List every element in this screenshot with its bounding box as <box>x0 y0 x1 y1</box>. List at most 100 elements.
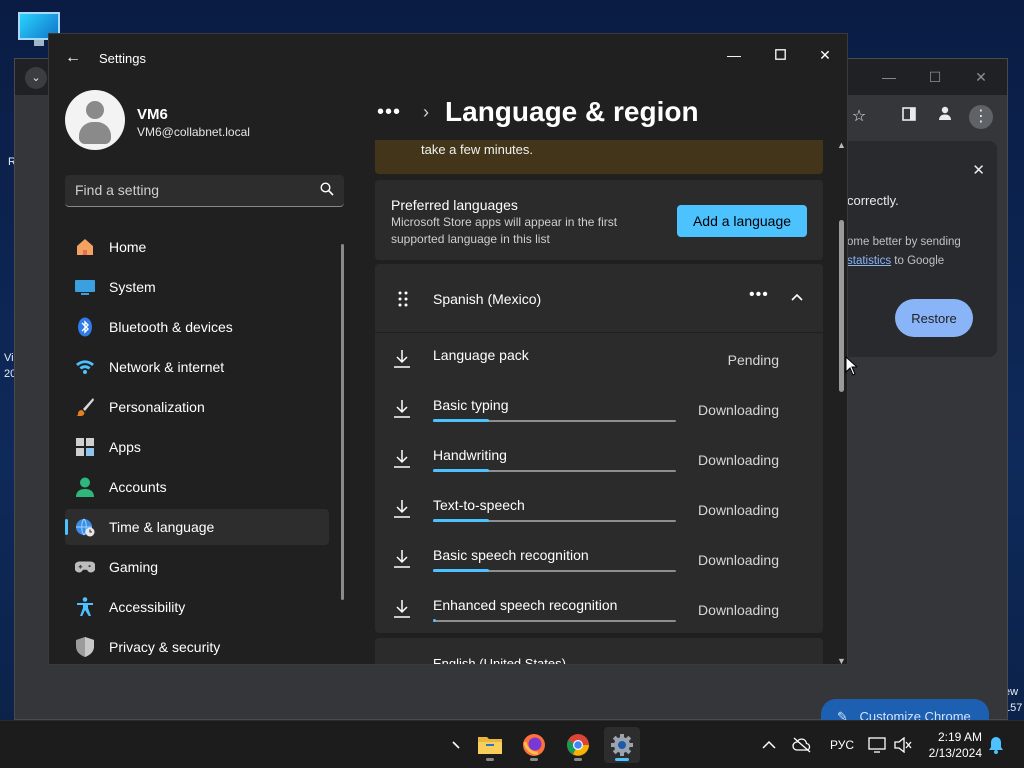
sidebar-item-home[interactable]: Home <box>65 229 329 265</box>
side-panel-icon[interactable] <box>897 105 921 129</box>
breadcrumb-overflow-button[interactable]: ••• <box>377 101 401 124</box>
language-name: Spanish (Mexico) <box>433 291 542 307</box>
info-banner: take a few minutes. <box>375 140 823 174</box>
gear-icon <box>611 734 633 756</box>
sidebar-item-gaming[interactable]: Gaming <box>65 549 329 585</box>
chrome-icon <box>567 734 589 756</box>
feature-name: Enhanced speech recognition <box>433 597 618 613</box>
language-feature-row: Text-to-speech Downloading <box>375 483 823 533</box>
sidebar-item-privacy[interactable]: Privacy & security <box>65 629 329 664</box>
page-title: Language & region <box>445 96 699 127</box>
firefox-icon <box>523 734 545 756</box>
feature-status: Downloading <box>698 402 779 418</box>
close-button[interactable]: ✕ <box>810 40 840 70</box>
chevron-right-icon: › <box>423 101 430 122</box>
display-status-button[interactable] <box>868 721 886 768</box>
bluetooth-icon <box>75 317 95 337</box>
content-scrollbar[interactable]: ▲ ▼ <box>837 140 847 664</box>
taskbar: РУС 2:19 AM 2/13/2024 <box>0 720 1024 768</box>
preferred-languages-subtitle: Microsoft Store apps will appear in the … <box>391 215 618 246</box>
language-options-button[interactable]: ••• <box>749 286 769 304</box>
widgets-button[interactable] <box>438 727 474 763</box>
file-explorer-button[interactable] <box>472 727 508 763</box>
chrome-maximize-button[interactable]: ☐ <box>925 67 945 87</box>
maximize-button[interactable] <box>765 40 795 70</box>
language-feature-row: Enhanced speech recognition Downloading <box>375 583 823 633</box>
language-item-header[interactable]: Spanish (Mexico) ••• <box>375 264 823 332</box>
usage-statistics-link[interactable]: statistics <box>847 255 891 267</box>
language-feature-row: Basic speech recognition Downloading <box>375 533 823 583</box>
feature-status: Pending <box>727 352 779 368</box>
chrome-menu-icon[interactable]: ⋮ <box>969 105 993 129</box>
chrome-button[interactable] <box>560 727 596 763</box>
sidebar-item-time-language[interactable]: Time & language <box>65 509 329 545</box>
minimize-button[interactable]: — <box>719 40 749 70</box>
feature-status: Downloading <box>698 552 779 568</box>
feature-status: Downloading <box>698 502 779 518</box>
sidebar-item-network[interactable]: Network & internet <box>65 349 329 385</box>
sidebar-item-accounts[interactable]: Accounts <box>65 469 329 505</box>
chevron-up-icon[interactable] <box>791 288 803 304</box>
progress-fill <box>433 469 489 472</box>
settings-taskbar-button[interactable] <box>604 727 640 763</box>
gamepad-icon <box>75 557 95 577</box>
sidebar-item-label: Bluetooth & devices <box>109 319 233 335</box>
language-features-list: Language pack Pending Basic typing Download… <box>375 333 823 633</box>
progress-fill <box>433 419 489 422</box>
show-hidden-icons-button[interactable] <box>762 721 776 768</box>
profile-icon[interactable] <box>933 105 957 129</box>
chrome-close-button[interactable]: ✕ <box>971 67 991 87</box>
firefox-button[interactable] <box>516 727 552 763</box>
input-language-indicator[interactable]: РУС <box>830 721 854 768</box>
bookmark-star-icon[interactable]: ☆ <box>847 105 871 129</box>
add-language-button[interactable]: Add a language <box>677 205 807 237</box>
shield-icon <box>75 637 95 657</box>
search-input[interactable] <box>65 175 305 205</box>
back-arrow-icon[interactable]: ← <box>63 48 83 68</box>
feature-name: Text-to-speech <box>433 497 525 513</box>
progress-fill <box>433 519 489 522</box>
progress-bar <box>433 419 676 422</box>
sidebar-item-system[interactable]: System <box>65 269 329 305</box>
cloud-offline-icon <box>792 737 811 753</box>
progress-fill <box>433 569 489 572</box>
scroll-down-icon[interactable]: ▼ <box>837 656 846 664</box>
volume-button[interactable] <box>894 721 912 768</box>
tab-search-button[interactable]: ⌄ <box>25 67 47 89</box>
profile-name: VM6 <box>137 106 168 123</box>
chrome-minimize-button[interactable]: — <box>879 67 899 87</box>
sidebar-item-bluetooth[interactable]: Bluetooth & devices <box>65 309 329 345</box>
progress-bar <box>433 469 676 472</box>
drag-handle-icon[interactable] <box>397 291 409 307</box>
progress-bar <box>433 569 676 572</box>
scroll-up-icon[interactable]: ▲ <box>837 140 846 150</box>
sidebar-item-apps[interactable]: Apps <box>65 429 329 465</box>
taskbar-clock[interactable]: 2:19 AM 2/13/2024 <box>926 729 982 761</box>
sidebar-item-label: Apps <box>109 439 141 455</box>
globe-clock-icon <box>75 517 95 537</box>
language-item-header[interactable]: English (United States) <box>375 638 823 664</box>
close-icon[interactable]: ✕ <box>972 161 985 179</box>
search-icon[interactable] <box>320 182 334 196</box>
search-box <box>65 175 344 207</box>
feature-status: Downloading <box>698 452 779 468</box>
settings-nav: Home System Bluetooth & devices Network … <box>65 229 329 664</box>
language-feature-row: Basic typing Downloading <box>375 383 823 433</box>
sidebar-item-accessibility[interactable]: Accessibility <box>65 589 329 625</box>
restore-button[interactable]: Restore <box>895 299 973 337</box>
breadcrumb: ••• › Language & region <box>377 92 699 132</box>
chevron-up-icon <box>762 740 776 749</box>
progress-fill <box>433 619 436 622</box>
network-status-button[interactable] <box>792 721 812 768</box>
language-feature-row: Language pack Pending <box>375 333 823 383</box>
feature-name: Language pack <box>433 347 529 363</box>
sidebar-item-personalization[interactable]: Personalization <box>65 389 329 425</box>
sidebar-scrollbar[interactable] <box>341 244 344 600</box>
scrollbar-thumb[interactable] <box>839 220 844 392</box>
download-icon <box>394 400 410 418</box>
progress-bar <box>433 519 676 522</box>
notifications-button[interactable] <box>988 721 1004 768</box>
sidebar-item-label: Time & language <box>109 519 215 535</box>
content-pane: take a few minutes. Preferred languages … <box>375 140 823 664</box>
info-banner-text: take a few minutes. <box>421 142 533 157</box>
